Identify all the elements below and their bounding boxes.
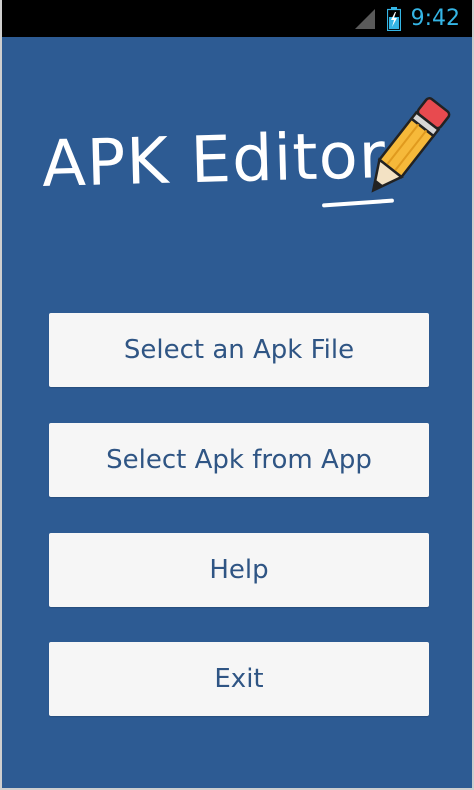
exit-button[interactable]: Exit	[49, 642, 429, 716]
pencil-icon	[371, 97, 451, 193]
device-frame: 9:42 APK Editor Select an Apk File Selec…	[0, 0, 474, 790]
status-clock: 9:42	[410, 6, 460, 31]
help-button[interactable]: Help	[49, 533, 429, 607]
logo-text: APK Editor	[41, 119, 387, 202]
battery-charging-icon	[386, 6, 401, 31]
signal-icon	[354, 8, 375, 29]
status-bar: 9:42	[2, 0, 472, 37]
select-apk-from-app-button[interactable]: Select Apk from App	[49, 423, 429, 497]
select-apk-file-button[interactable]: Select an Apk File	[49, 313, 429, 387]
